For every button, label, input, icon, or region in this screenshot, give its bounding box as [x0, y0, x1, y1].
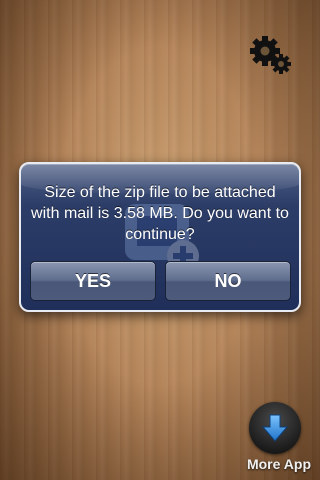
yes-button[interactable]: YES [30, 261, 156, 301]
confirm-dialog: Size of the zip file to be attached with… [19, 162, 301, 312]
settings-gear-icon[interactable] [248, 34, 294, 76]
more-app-label: More App [246, 456, 312, 472]
dialog-message: Size of the zip file to be attached with… [31, 184, 289, 243]
no-button[interactable]: NO [165, 261, 291, 301]
download-arrow-icon [261, 414, 289, 442]
more-app-button[interactable]: More App [240, 398, 318, 478]
more-app-circle [249, 402, 301, 454]
